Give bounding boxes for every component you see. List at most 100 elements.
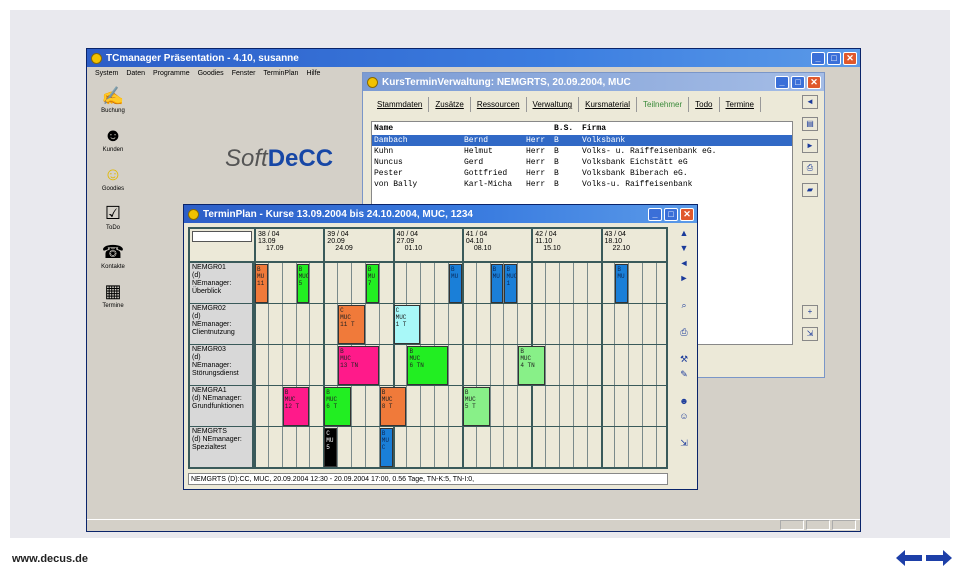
course-row-label[interactable]: NEMGR02 (d) NEmanager: Clientnutzung <box>190 304 254 345</box>
tab-4[interactable]: Kursmaterial <box>579 97 638 112</box>
course-block[interactable]: B MUC 6 T <box>324 387 352 426</box>
exit-icon[interactable]: ⇲ <box>802 327 818 341</box>
kurs-side-toolbar: ◄ ▤ ► ⎙ ▰ + ⇲ <box>802 95 818 349</box>
people-icon[interactable]: ☻ <box>677 395 691 408</box>
smiley-icon[interactable]: ☺ <box>677 410 691 423</box>
row-line <box>254 344 666 345</box>
kurs-maximize-button[interactable]: □ <box>791 75 805 89</box>
course-block[interactable]: C MUC 11 T <box>338 305 365 344</box>
menu-item[interactable]: TerminPlan <box>263 70 298 77</box>
up-icon[interactable]: ▲ <box>677 227 691 240</box>
sidebar-item[interactable]: ☺ Goodies <box>93 163 133 193</box>
course-block-line: B <box>284 389 289 396</box>
menu-item[interactable]: Daten <box>126 70 145 77</box>
down-icon[interactable]: ▼ <box>677 242 691 255</box>
week-d2: 15.10 <box>543 245 561 252</box>
course-block[interactable]: B MU <box>615 264 629 303</box>
course-code: NEMGRA1 <box>192 387 227 394</box>
course-block[interactable]: B MUC 13 TN <box>338 346 379 385</box>
course-block[interactable]: C MUC 1 T <box>393 305 421 344</box>
sidebar-item[interactable]: ▦ Termine <box>93 280 133 310</box>
course-block-line: 12 T <box>284 403 300 410</box>
kurs-minimize-button[interactable]: _ <box>775 75 789 89</box>
tab-5[interactable]: Teilnehmer <box>637 97 690 112</box>
table-cell: Herr <box>526 147 546 156</box>
tab-0[interactable]: Stammdaten <box>371 97 430 112</box>
zoom-icon[interactable]: ⌕ <box>677 299 691 312</box>
menu-item[interactable]: Goodies <box>198 70 224 77</box>
course-block[interactable]: B MU <box>449 264 462 303</box>
tp-maximize-button[interactable]: □ <box>664 207 678 221</box>
tools-icon[interactable]: ⚒ <box>677 353 691 366</box>
tp-minimize-button[interactable]: _ <box>648 207 662 221</box>
grid-line <box>475 263 477 467</box>
table-cell: Volksbank <box>582 136 626 145</box>
tp-close-button[interactable]: ✕ <box>680 207 694 221</box>
print-icon[interactable]: ⎙ <box>802 161 818 175</box>
exit-icon[interactable]: ⇲ <box>677 437 691 450</box>
table-row[interactable]: Pester Gottfried Herr B Volksbank Biberach e… <box>372 168 792 179</box>
menu-item[interactable]: Programme <box>153 70 190 77</box>
row-line <box>254 467 666 468</box>
left-icon[interactable]: ◄ <box>677 257 691 270</box>
tab-3[interactable]: Verwaltung <box>527 97 580 112</box>
table-cell: Karl-Micha <box>464 180 513 189</box>
forward-arrow-icon[interactable] <box>926 550 952 566</box>
sidebar-item[interactable]: ☎ Kontakte <box>93 241 133 271</box>
course-row-label[interactable]: NEMGR01 (d) NEmanager: Überblick <box>190 263 254 304</box>
course-block[interactable]: C MU 5 <box>324 428 338 467</box>
right-icon[interactable]: ► <box>677 272 691 285</box>
course-block[interactable]: B MUC 6 TN <box>407 346 449 385</box>
menu-item[interactable]: Hilfe <box>306 70 320 77</box>
course-block[interactable]: B MUC 12 T <box>282 387 310 426</box>
row-line <box>254 385 666 386</box>
course-block[interactable]: B MU 11 <box>255 264 268 303</box>
table-row[interactable]: Dambach Bernd Herr B Volksbank <box>372 135 792 146</box>
menu-item[interactable]: Fenster <box>232 70 256 77</box>
print-icon[interactable]: ⎙ <box>677 326 691 339</box>
tab-6[interactable]: Todo <box>689 97 720 112</box>
sidebar-item[interactable]: ☑ ToDo <box>93 202 133 232</box>
sidebar-item-label: Kontakte <box>101 264 125 270</box>
minimize-button[interactable]: _ <box>811 51 825 65</box>
course-block[interactable]: B MUC 1 <box>504 264 518 303</box>
course-row-label[interactable]: NEMGRA1 (d) NEmanager: Grundfunktionen <box>190 386 254 427</box>
course-block[interactable]: B MU 7 <box>365 264 379 303</box>
table-row[interactable]: von Bally Karl-Micha Herr B Volks-u. Raiffei… <box>372 179 792 190</box>
course-block[interactable]: B MU <box>490 264 504 303</box>
maximize-button[interactable]: □ <box>827 51 841 65</box>
tab-7[interactable]: Termine <box>720 97 761 112</box>
prev-icon[interactable]: ◄ <box>802 95 818 109</box>
course-block[interactable]: B MUC 5 <box>296 264 310 303</box>
list-icon[interactable]: ▤ <box>802 117 818 131</box>
close-button[interactable]: ✕ <box>843 51 857 65</box>
course-row-label[interactable]: NEMGR03 (d) NEmanager: Störungsdienst <box>190 345 254 386</box>
folder-icon[interactable]: ▰ <box>802 183 818 197</box>
course-block[interactable]: B MU C <box>379 428 393 467</box>
next-icon[interactable]: ► <box>802 139 818 153</box>
table-row[interactable]: Kuhn Helmut Herr B Volks- u. Raiffeisenbank … <box>372 146 792 157</box>
course-block[interactable]: B MUC 4 TN <box>518 346 546 385</box>
edit-icon[interactable]: ✎ <box>677 368 691 381</box>
course-block[interactable]: B MUC 8 T <box>379 387 407 426</box>
column-header: Name <box>374 124 394 133</box>
course-block-line: 11 T <box>340 321 355 328</box>
add-icon[interactable]: + <box>802 305 818 319</box>
menu-item[interactable]: System <box>95 70 118 77</box>
course-block-line: B <box>381 389 386 396</box>
footer-url[interactable]: www.decus.de <box>12 553 88 565</box>
kurs-title: KursTerminVerwaltung: NEMGRTS, 20.09.200… <box>382 76 631 88</box>
tab-1[interactable]: Zusätze <box>429 97 471 112</box>
week-header: 43 / 04 18.10 22.10 <box>600 229 670 263</box>
sidebar-item[interactable]: ✍ Buchung <box>93 85 133 115</box>
tab-2[interactable]: Ressourcen <box>471 97 527 112</box>
course-row-label[interactable]: NEMGRTS (d) NEmanager: Spezialtest <box>190 427 254 468</box>
sidebar-item[interactable]: ☻ Kunden <box>93 124 133 154</box>
table-row[interactable]: Nuncus Gerd Herr B Volksbank Eichstätt eG <box>372 157 792 168</box>
back-arrow-icon[interactable] <box>896 550 922 566</box>
course-block-line: B <box>381 430 386 437</box>
course-block[interactable]: B MUC 5 T <box>462 387 490 426</box>
table-cell: Pester <box>374 169 403 178</box>
course-l2: (d) <box>192 313 201 320</box>
kurs-close-button[interactable]: ✕ <box>807 75 821 89</box>
